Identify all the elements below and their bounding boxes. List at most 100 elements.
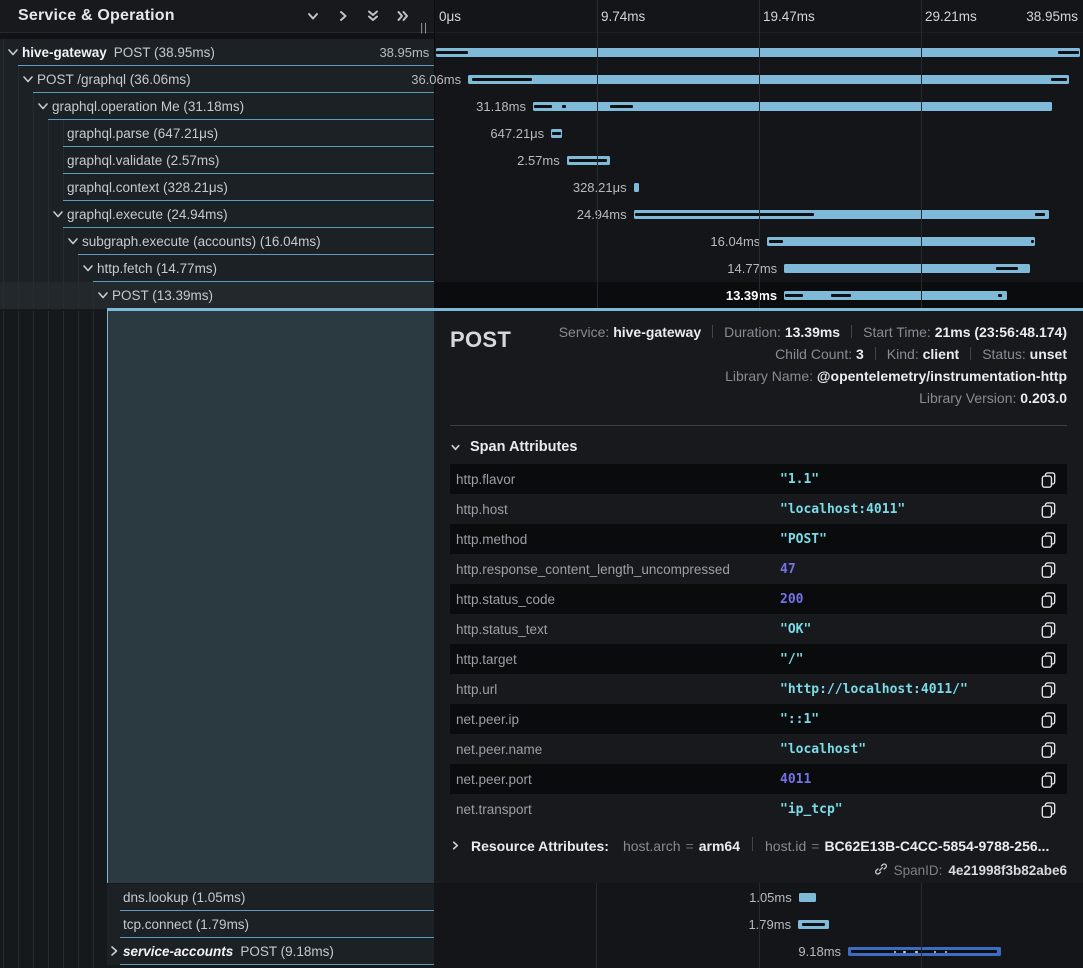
duration-label: 31.18ms xyxy=(476,93,526,120)
copy-icon[interactable] xyxy=(1040,771,1057,788)
chevron-right-icon[interactable] xyxy=(108,945,120,957)
operation-name: tcp.connect (1.79ms) xyxy=(123,917,249,932)
span-label: graphql.validate (2.57ms) xyxy=(67,147,219,174)
section-divider xyxy=(450,425,1067,426)
meta-label: Kind: xyxy=(887,346,923,362)
meta-label: Service: xyxy=(559,324,613,340)
span-bar[interactable] xyxy=(784,291,1007,300)
chevron-down-icon[interactable] xyxy=(37,100,49,112)
attribute-row: http.status_text"OK" xyxy=(450,614,1067,644)
attribute-value: "::1" xyxy=(780,712,1040,727)
double-chevron-down-icon[interactable] xyxy=(366,9,380,23)
resource-attributes-title: Resource Attributes: xyxy=(471,838,609,854)
attribute-key: http.response_content_length_uncompresse… xyxy=(456,562,780,577)
span-row-POST[interactable]: POST /graphql (36.06ms) xyxy=(0,66,434,93)
operation-name: graphql.validate (2.57ms) xyxy=(67,153,219,168)
child-span-mark xyxy=(934,951,936,953)
span-id-label: SpanID: xyxy=(894,863,943,878)
child-span-mark xyxy=(802,923,826,926)
chevron-down-icon[interactable] xyxy=(7,46,19,58)
chevron-down-icon[interactable] xyxy=(67,235,79,247)
span-label: graphql.parse (647.21μs) xyxy=(67,120,218,147)
span-bar[interactable] xyxy=(784,264,1030,273)
operation-name: POST (38.95ms) xyxy=(114,45,215,60)
copy-icon[interactable] xyxy=(1040,621,1057,638)
operation-name: graphql.operation Me (31.18ms) xyxy=(52,99,244,114)
span-bar[interactable] xyxy=(799,893,817,902)
service-operation-panel: Service & Operation || hive-gatewayPOST … xyxy=(0,0,434,968)
row-separator xyxy=(120,964,434,965)
span-detail-header: POST Service: hive-gatewayDuration: 13.3… xyxy=(450,321,1067,409)
span-row-POST[interactable]: POST (13.39ms) xyxy=(0,282,434,309)
span-row-graphql.execute[interactable]: graphql.execute (24.94ms) xyxy=(0,201,434,228)
span-row-service-accounts[interactable]: service-accountsPOST (9.18ms) xyxy=(107,938,434,965)
attribute-value: "/" xyxy=(780,652,1040,667)
panel-resize-handle[interactable]: || xyxy=(420,22,428,34)
double-chevron-right-icon[interactable] xyxy=(396,9,410,23)
chevron-down-icon[interactable] xyxy=(22,73,34,85)
span-label: graphql.operation Me (31.18ms) xyxy=(52,93,244,120)
span-row-subgraph.execute[interactable]: subgraph.execute (accounts) (16.04ms) xyxy=(0,228,434,255)
span-row-tcp.connect[interactable]: tcp.connect (1.79ms) xyxy=(107,911,434,938)
copy-icon[interactable] xyxy=(1040,471,1057,488)
gridline xyxy=(596,883,597,968)
detail-panel-top-border xyxy=(107,308,1083,311)
attribute-row: http.url"http://localhost:4011/" xyxy=(450,674,1067,704)
span-attributes-toggle[interactable]: Span Attributes xyxy=(450,439,1067,455)
trace-viewer: Service & Operation || hive-gatewayPOST … xyxy=(0,0,1083,968)
meta-label: Start Time: xyxy=(863,324,935,340)
copy-icon[interactable] xyxy=(1040,651,1057,668)
attribute-value: 200 xyxy=(780,592,1040,607)
span-row-graphql.validate[interactable]: graphql.validate (2.57ms) xyxy=(0,147,434,174)
span-row-graphql.context[interactable]: graphql.context (328.21μs) xyxy=(0,174,434,201)
link-icon[interactable] xyxy=(874,862,888,879)
meta-value: client xyxy=(923,346,960,362)
child-span-mark xyxy=(1051,78,1067,81)
chevron-down-icon[interactable] xyxy=(306,9,320,23)
gridline xyxy=(921,883,922,968)
child-span-mark xyxy=(562,105,566,108)
meta-value: 3 xyxy=(856,346,864,362)
copy-icon[interactable] xyxy=(1040,711,1057,728)
span-bar[interactable] xyxy=(767,237,1034,246)
chevron-down-icon[interactable] xyxy=(97,289,109,301)
attribute-row: http.response_content_length_uncompresse… xyxy=(450,554,1067,584)
child-span-mark xyxy=(436,51,468,54)
span-row-hive-gateway[interactable]: hive-gatewayPOST (38.95ms) xyxy=(0,39,434,66)
copy-icon[interactable] xyxy=(1040,591,1057,608)
service-operation-header: Service & Operation || xyxy=(0,0,434,33)
span-meta-line: Child Count: 3Kind: clientStatus: unset xyxy=(559,343,1067,365)
resource-attributes-row[interactable]: Resource Attributes: host.arch=arm64host… xyxy=(450,837,1067,854)
span-row-graphql.operation[interactable]: graphql.operation Me (31.18ms) xyxy=(0,93,434,120)
resource-attribute: host.id=BC62E13B-C4CC-5854-9788-256... xyxy=(765,838,1049,854)
span-bar[interactable] xyxy=(848,947,1001,956)
tree-controls xyxy=(306,9,424,23)
span-row-dns.lookup[interactable]: dns.lookup (1.05ms) xyxy=(107,884,434,911)
span-bar[interactable] xyxy=(533,102,1052,111)
span-label: graphql.context (328.21μs) xyxy=(67,174,228,201)
span-row-http.fetch[interactable]: http.fetch (14.77ms) xyxy=(0,255,434,282)
chevron-right-icon[interactable] xyxy=(336,9,350,23)
span-bar[interactable] xyxy=(551,129,562,138)
attribute-row: http.status_code200 xyxy=(450,584,1067,614)
copy-icon[interactable] xyxy=(1040,801,1057,818)
attribute-row: http.method"POST" xyxy=(450,524,1067,554)
span-bar[interactable] xyxy=(634,183,640,192)
span-bar[interactable] xyxy=(798,920,829,929)
meta-label: Child Count: xyxy=(775,346,856,362)
chevron-down-icon[interactable] xyxy=(82,262,94,274)
span-bar[interactable] xyxy=(468,75,1069,84)
span-row-graphql.parse[interactable]: graphql.parse (647.21μs) xyxy=(0,120,434,147)
chevron-down-icon[interactable] xyxy=(52,208,64,220)
span-bar[interactable] xyxy=(567,156,610,165)
copy-icon[interactable] xyxy=(1040,681,1057,698)
child-span-mark xyxy=(472,78,532,81)
copy-icon[interactable] xyxy=(1040,501,1057,518)
attribute-key: net.transport xyxy=(456,802,780,817)
copy-icon[interactable] xyxy=(1040,741,1057,758)
span-attributes-table: http.flavor"1.1"http.host"localhost:4011… xyxy=(450,464,1067,824)
copy-icon[interactable] xyxy=(1040,531,1057,548)
meta-value: 13.39ms xyxy=(785,324,840,340)
copy-icon[interactable] xyxy=(1040,561,1057,578)
span-bar[interactable] xyxy=(634,210,1049,219)
